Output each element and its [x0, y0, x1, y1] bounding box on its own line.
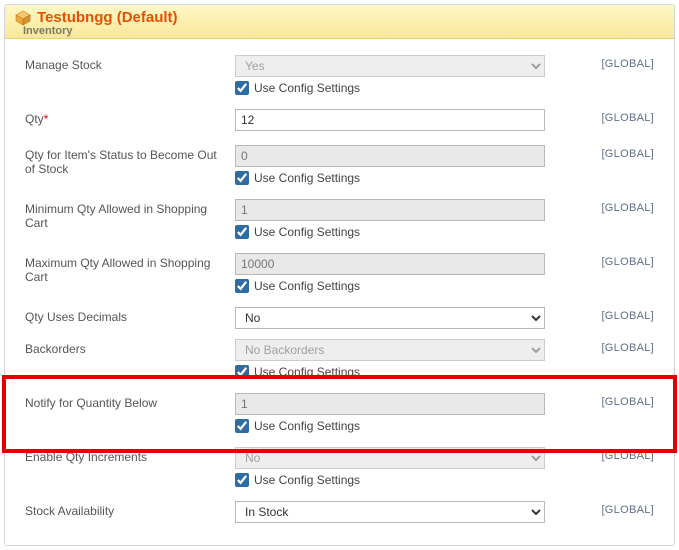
label-qty-out-of-stock: Qty for Item's Status to Become Out of S… [25, 145, 225, 176]
max-qty-cart-use-config-checkbox[interactable] [235, 279, 249, 293]
notify-below-use-config[interactable]: Use Config Settings [235, 419, 545, 433]
row-stock-avail: Stock Availability In Stock [GLOBAL] [25, 501, 654, 523]
manage-stock-use-config[interactable]: Use Config Settings [235, 81, 545, 95]
enable-qty-incr-use-config-checkbox[interactable] [235, 473, 249, 487]
qty-decimals-select[interactable]: No [235, 307, 545, 329]
label-manage-stock: Manage Stock [25, 55, 225, 72]
manage-stock-use-config-checkbox[interactable] [235, 81, 249, 95]
label-qty-decimals: Qty Uses Decimals [25, 307, 225, 324]
required-asterisk: * [44, 112, 49, 126]
backorders-use-config-checkbox[interactable] [235, 365, 249, 379]
row-qty-decimals: Qty Uses Decimals No [GLOBAL] [25, 307, 654, 329]
scope-backorders: [GLOBAL] [601, 339, 654, 354]
row-enable-qty-incr: Enable Qty Increments No Use Config Sett… [25, 447, 654, 487]
scope-qty-decimals: [GLOBAL] [601, 307, 654, 322]
row-qty: Qty* [GLOBAL] [25, 109, 654, 131]
panel-subtitle: Inventory [23, 25, 73, 37]
label-notify-below: Notify for Quantity Below [25, 393, 225, 410]
notify-below-input[interactable] [235, 393, 545, 415]
max-qty-cart-use-config[interactable]: Use Config Settings [235, 279, 545, 293]
form-area: Manage Stock Yes Use Config Settings [GL… [5, 39, 674, 545]
panel-header: Testubngg (Default) Inventory [5, 5, 674, 39]
min-qty-cart-use-config-checkbox[interactable] [235, 225, 249, 239]
enable-qty-incr-select[interactable]: No [235, 447, 545, 469]
row-backorders: Backorders No Backorders Use Config Sett… [25, 339, 654, 379]
scope-notify-below: [GLOBAL] [601, 393, 654, 408]
panel-title: Testubngg (Default) [15, 7, 664, 26]
max-qty-cart-input[interactable] [235, 253, 545, 275]
backorders-use-config[interactable]: Use Config Settings [235, 365, 545, 379]
stock-avail-select[interactable]: In Stock [235, 501, 545, 523]
qty-out-of-stock-use-config[interactable]: Use Config Settings [235, 171, 545, 185]
row-min-qty-cart: Minimum Qty Allowed in Shopping Cart Use… [25, 199, 654, 239]
panel-title-text: Testubngg (Default) [37, 9, 178, 26]
notify-below-use-config-checkbox[interactable] [235, 419, 249, 433]
scope-manage-stock: [GLOBAL] [601, 55, 654, 70]
product-cube-icon [15, 10, 31, 26]
label-qty: Qty* [25, 109, 225, 126]
enable-qty-incr-use-config[interactable]: Use Config Settings [235, 473, 545, 487]
scope-max-qty-cart: [GLOBAL] [601, 253, 654, 268]
scope-min-qty-cart: [GLOBAL] [601, 199, 654, 214]
qty-out-of-stock-use-config-checkbox[interactable] [235, 171, 249, 185]
label-min-qty-cart: Minimum Qty Allowed in Shopping Cart [25, 199, 225, 230]
inventory-panel: Testubngg (Default) Inventory Manage Sto… [4, 4, 675, 546]
min-qty-cart-use-config[interactable]: Use Config Settings [235, 225, 545, 239]
scope-enable-qty-incr: [GLOBAL] [601, 447, 654, 462]
qty-out-of-stock-input[interactable] [235, 145, 545, 167]
label-backorders: Backorders [25, 339, 225, 356]
label-stock-avail: Stock Availability [25, 501, 225, 518]
min-qty-cart-input[interactable] [235, 199, 545, 221]
scope-stock-avail: [GLOBAL] [601, 501, 654, 516]
manage-stock-select[interactable]: Yes [235, 55, 545, 77]
qty-input[interactable] [235, 109, 545, 131]
scope-qty: [GLOBAL] [601, 109, 654, 124]
row-qty-out-of-stock: Qty for Item's Status to Become Out of S… [25, 145, 654, 185]
row-notify-below: Notify for Quantity Below Use Config Set… [25, 393, 654, 433]
row-manage-stock: Manage Stock Yes Use Config Settings [GL… [25, 55, 654, 95]
backorders-select[interactable]: No Backorders [235, 339, 545, 361]
label-max-qty-cart: Maximum Qty Allowed in Shopping Cart [25, 253, 225, 284]
row-max-qty-cart: Maximum Qty Allowed in Shopping Cart Use… [25, 253, 654, 293]
label-enable-qty-incr: Enable Qty Increments [25, 447, 225, 464]
scope-qty-out-of-stock: [GLOBAL] [601, 145, 654, 160]
